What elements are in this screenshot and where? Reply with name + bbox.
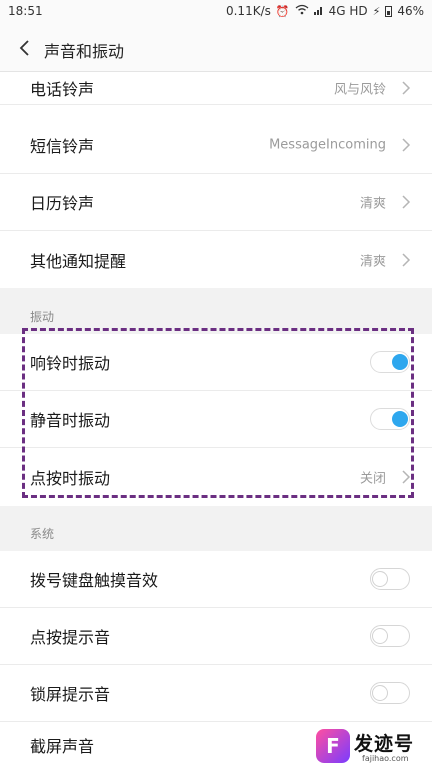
toggle-knob xyxy=(372,628,388,644)
network-speed: 0.11K/s xyxy=(225,4,271,18)
row-value: 清爽 xyxy=(359,196,386,212)
setting-row-dialpad-touch-sound[interactable]: 拨号键盘触摸音效 xyxy=(0,551,432,608)
battery-level: 46% xyxy=(397,4,424,18)
section-title-vibration: 振动 xyxy=(30,310,55,324)
toggle-knob xyxy=(372,571,388,587)
chevron-right-icon xyxy=(402,81,411,95)
chevron-right-icon xyxy=(402,195,411,209)
watermark-text: 发迹号 fajihao.com xyxy=(354,729,414,763)
wifi-icon xyxy=(295,4,309,18)
watermark-url: fajihao.com xyxy=(362,754,409,763)
setting-row-tap-sound[interactable]: 点按提示音 xyxy=(0,608,432,665)
row-label: 响铃时振动 xyxy=(30,354,111,373)
status-icons: 0.11K/s ⏰ 4G HD ⚡ 46% xyxy=(226,4,424,18)
status-bar: 18:51 0.11K/s ⏰ 4G HD ⚡ 46% xyxy=(0,0,432,24)
tap-sound-toggle[interactable] xyxy=(370,625,410,647)
row-label: 电话铃声 xyxy=(30,80,95,99)
row-label: 日历铃声 xyxy=(30,194,95,213)
dialpad-touch-sound-toggle[interactable] xyxy=(370,568,410,590)
chevron-right-icon xyxy=(402,138,411,152)
row-value: 风与风铃 xyxy=(333,82,386,98)
toggle-knob xyxy=(392,354,408,370)
row-label: 短信铃声 xyxy=(30,137,95,156)
watermark: F 发迹号 fajihao.com xyxy=(316,724,430,768)
row-label: 点按时振动 xyxy=(30,468,111,488)
app-header: 声音和振动 xyxy=(0,24,432,72)
row-label: 锁屏提示音 xyxy=(30,685,111,704)
setting-row-phone-ringtone[interactable]: 电话铃声 风与风铃 xyxy=(0,72,432,105)
toggle-knob xyxy=(392,411,408,427)
row-label: 拨号键盘触摸音效 xyxy=(30,571,159,590)
vibrate-on-ring-toggle[interactable] xyxy=(370,351,410,373)
setting-row-vibrate-on-silent[interactable]: 静音时振动 xyxy=(0,391,432,448)
toggle-knob xyxy=(372,685,388,701)
setting-row-lockscreen-sound[interactable]: 锁屏提示音 xyxy=(0,665,432,722)
page-title: 声音和振动 xyxy=(44,42,125,61)
row-label: 点按提示音 xyxy=(30,628,111,647)
vibrate-on-silent-toggle[interactable] xyxy=(370,408,410,430)
watermark-name: 发迹号 xyxy=(354,733,415,755)
row-label: 其他通知提醒 xyxy=(30,251,127,271)
row-value: MessageIncoming xyxy=(269,137,386,153)
row-label: 静音时振动 xyxy=(30,411,111,430)
setting-row-sms-ringtone[interactable]: 短信铃声 MessageIncoming xyxy=(0,117,432,174)
row-value: 清爽 xyxy=(359,254,386,269)
row-label: 截屏声音 xyxy=(30,737,95,756)
vibration-group: 响铃时振动 静音时振动 点按时振动 关闭 xyxy=(0,334,432,506)
section-title-system: 系统 xyxy=(30,527,55,541)
ringtone-group: 电话铃声 风与风铃 短信铃声 MessageIncoming 日历铃声 清爽 其… xyxy=(0,72,432,288)
chevron-left-icon xyxy=(19,40,29,56)
lockscreen-sound-toggle[interactable] xyxy=(370,682,410,704)
signal-icon xyxy=(313,4,324,18)
chevron-right-icon xyxy=(402,469,411,484)
battery-icon xyxy=(385,5,393,17)
network-type: 4G HD xyxy=(328,4,368,18)
chevron-right-icon xyxy=(402,252,411,267)
watermark-logo-icon: F xyxy=(316,729,350,763)
setting-row-vibrate-on-ring[interactable]: 响铃时振动 xyxy=(0,334,432,391)
back-button[interactable] xyxy=(10,34,38,62)
setting-row-calendar-ringtone[interactable]: 日历铃声 清爽 xyxy=(0,174,432,231)
setting-row-vibrate-on-tap[interactable]: 点按时振动 关闭 xyxy=(0,448,432,505)
charging-icon: ⚡ xyxy=(372,4,381,18)
status-time: 18:51 xyxy=(8,4,43,18)
row-value: 关闭 xyxy=(359,471,386,486)
alarm-icon: ⏰ xyxy=(275,4,290,18)
setting-row-other-notification[interactable]: 其他通知提醒 清爽 xyxy=(0,231,432,288)
